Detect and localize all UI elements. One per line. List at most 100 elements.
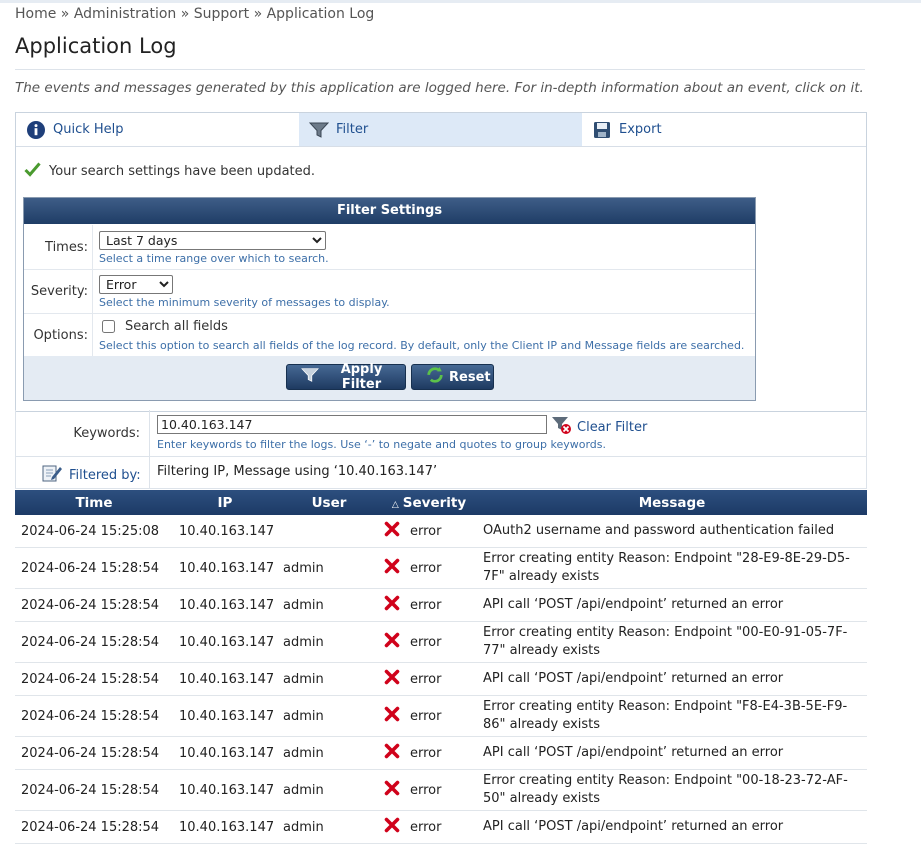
filter-actions: Apply Filter Reset [24, 356, 755, 400]
cell-message: API call ‘POST /api/endpoint’ returned a… [477, 588, 867, 622]
status-message: Your search settings have been updated. [24, 161, 315, 181]
cell-ip: 10.40.163.147 [173, 769, 277, 811]
severity-text: error [410, 819, 442, 835]
table-row[interactable]: 2024-06-24 15:28:54 10.40.163.147 admin err… [15, 621, 867, 663]
severity-select[interactable]: Error [99, 275, 173, 294]
refresh-icon [426, 366, 444, 388]
table-row[interactable]: 2024-06-24 15:25:08 10.40.163.147 error OAu… [15, 515, 867, 548]
table-row[interactable]: 2024-06-24 15:28:54 10.40.163.147 admin err… [15, 695, 867, 737]
error-icon [384, 743, 400, 763]
column-header-time[interactable]: Time [15, 490, 173, 515]
page-description: The events and messages generated by thi… [15, 80, 864, 96]
error-icon [384, 669, 400, 689]
severity-text: error [410, 745, 442, 761]
severity-text: error [410, 708, 442, 724]
cell-time: 2024-06-24 15:28:54 [15, 588, 173, 622]
apply-filter-button[interactable]: Apply Filter [286, 362, 406, 392]
breadcrumb-separator: » [253, 6, 263, 22]
cell-message: OAuth2 username and password authenticat… [477, 515, 867, 548]
options-row: Options: Search all fields Select this o… [24, 313, 755, 356]
column-header-severity-label: Severity [402, 494, 467, 511]
column-separator [149, 456, 150, 488]
error-icon [384, 817, 400, 837]
times-row: Times: Last 7 days Select a time range o… [24, 225, 755, 270]
times-hint: Select a time range over which to search… [99, 252, 329, 265]
filtered-by-text: Filtering IP, Message using ‘10.40.163.1… [157, 464, 438, 479]
cell-severity: error [381, 662, 477, 696]
error-icon [384, 595, 400, 615]
cell-time: 2024-06-24 15:28:54 [15, 547, 173, 589]
reset-button[interactable]: Reset [411, 364, 494, 390]
cell-ip: 10.40.163.147 [173, 736, 277, 770]
cell-user: admin [277, 695, 381, 737]
table-row[interactable]: 2024-06-24 15:28:54 10.40.163.147 admin err… [15, 588, 867, 622]
table-row[interactable]: 2024-06-24 15:28:54 10.40.163.147 admin err… [15, 736, 867, 770]
info-icon [26, 120, 46, 140]
tab-export[interactable]: Export [582, 113, 865, 146]
cell-severity: error [381, 736, 477, 770]
table-row[interactable]: 2024-06-24 15:28:54 10.40.163.147 admin err… [15, 662, 867, 696]
filtered-by-link[interactable]: Filtered by: [41, 463, 141, 487]
cell-ip: 10.40.163.147 [173, 621, 277, 663]
column-header-user[interactable]: User [277, 490, 381, 515]
tab-filter[interactable]: Filter [299, 113, 582, 146]
severity-text: error [410, 634, 442, 650]
cell-time: 2024-06-24 15:28:54 [15, 621, 173, 663]
tab-label: Export [619, 122, 662, 137]
tab-quick-help[interactable]: Quick Help [16, 113, 299, 146]
reset-label: Reset [449, 369, 491, 385]
cell-user: admin [277, 662, 381, 696]
cell-severity: error [381, 621, 477, 663]
error-icon [384, 632, 400, 652]
cell-user: admin [277, 547, 381, 589]
column-separator [92, 313, 93, 356]
keywords-hint: Enter keywords to filter the logs. Use ‘… [157, 438, 606, 451]
search-all-fields-label: Search all fields [125, 319, 228, 334]
column-separator [92, 225, 93, 269]
search-all-fields-checkbox[interactable] [102, 320, 115, 333]
breadcrumb-administration[interactable]: Administration [74, 6, 176, 22]
times-select[interactable]: Last 7 days [99, 231, 326, 250]
cell-ip: 10.40.163.147 [173, 547, 277, 589]
cell-severity: error [381, 547, 477, 589]
filtered-by-label: Filtered by: [69, 467, 141, 483]
cell-message: API call ‘POST /api/endpoint’ returned a… [477, 662, 867, 696]
cell-severity: error [381, 588, 477, 622]
error-icon [384, 521, 400, 541]
sort-ascending-icon: △ [391, 499, 399, 510]
cell-severity: error [381, 695, 477, 737]
keywords-input[interactable] [157, 415, 547, 434]
filtered-by-row: Filtered by: Filtering IP, Message using… [15, 456, 867, 489]
column-header-severity[interactable]: △ Severity [381, 490, 477, 515]
severity-text: error [410, 671, 442, 687]
breadcrumb-current: Application Log [266, 6, 375, 22]
table-row[interactable]: 2024-06-24 15:28:54 10.40.163.147 admin err… [15, 547, 867, 589]
cell-time: 2024-06-24 15:28:54 [15, 695, 173, 737]
severity-hint: Select the minimum severity of messages … [99, 296, 390, 309]
cell-ip: 10.40.163.147 [173, 695, 277, 737]
keywords-row: Keywords: Clear Filter Enter keywords to… [15, 410, 867, 457]
breadcrumb-separator: » [60, 6, 70, 22]
times-label: Times: [45, 240, 88, 255]
tab-label: Quick Help [53, 122, 124, 137]
breadcrumb-home[interactable]: Home [15, 6, 56, 22]
log-table-header: Time IP User △ Severity Message [15, 490, 867, 515]
error-icon [384, 780, 400, 800]
severity-row: Severity: Error Select the minimum sever… [24, 269, 755, 314]
filter-icon [308, 120, 330, 140]
breadcrumb-support[interactable]: Support [194, 6, 249, 22]
table-row[interactable]: 2024-06-24 15:28:54 10.40.163.147 admin err… [15, 769, 867, 811]
column-header-message[interactable]: Message [477, 490, 867, 515]
table-row[interactable]: 2024-06-24 15:28:54 10.40.163.147 admin err… [15, 810, 867, 844]
severity-text: error [410, 782, 442, 798]
clear-filter-link[interactable]: Clear Filter [551, 415, 647, 439]
cell-time: 2024-06-24 15:28:54 [15, 736, 173, 770]
severity-text: error [410, 560, 442, 576]
cell-ip: 10.40.163.147 [173, 588, 277, 622]
column-header-ip[interactable]: IP [173, 490, 277, 515]
cell-severity: error [381, 515, 477, 548]
keywords-label: Keywords: [73, 426, 140, 441]
cell-user: admin [277, 621, 381, 663]
cell-message: API call ‘POST /api/endpoint’ returned a… [477, 810, 867, 844]
options-label: Options: [33, 328, 88, 343]
